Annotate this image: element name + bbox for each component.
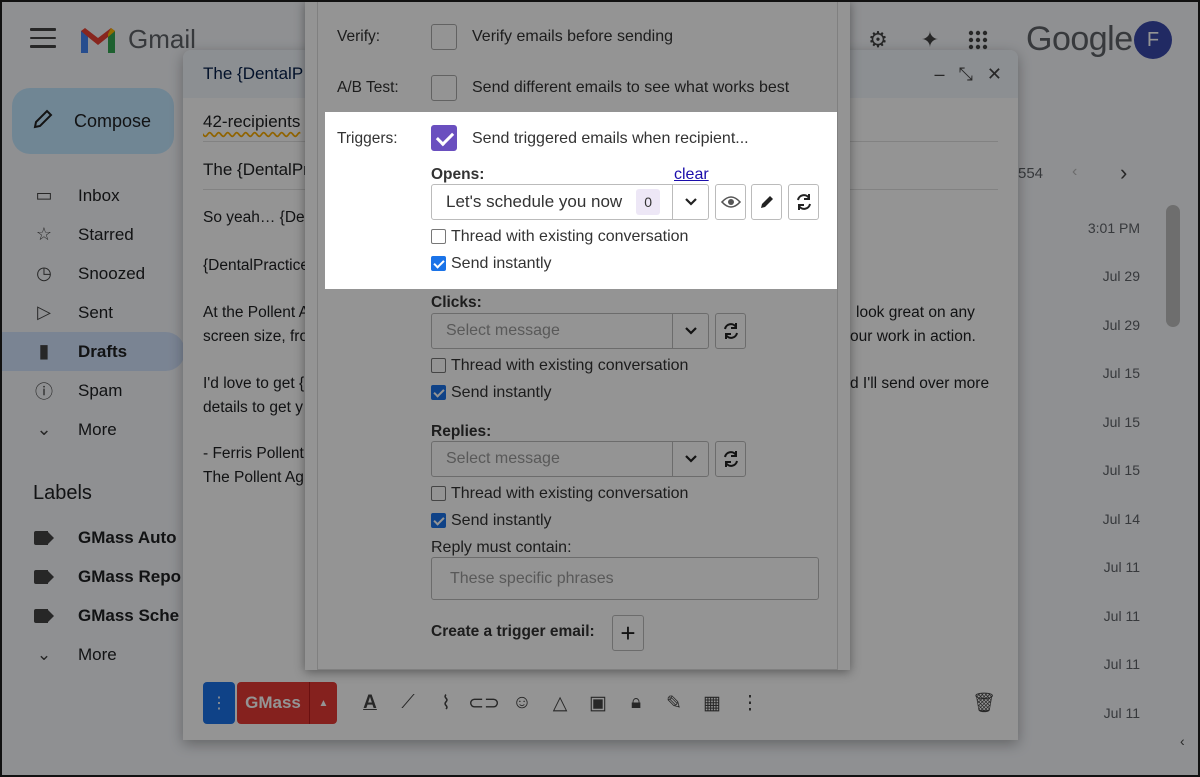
edit-pencil-icon[interactable] [751, 184, 782, 220]
preview-eye-icon[interactable] [715, 184, 746, 220]
dim-overlay-panel [305, 0, 850, 670]
chevron-down-icon [672, 185, 708, 219]
triggers-text: Send triggered emails when recipient... [472, 130, 749, 147]
clear-link[interactable]: clear [674, 166, 709, 184]
opens-thread-checkbox[interactable] [431, 229, 446, 244]
opens-label: Opens: [431, 166, 485, 183]
opens-instant-text: Send instantly [451, 255, 552, 272]
opens-message-select[interactable]: Let's schedule you now 0 [431, 184, 709, 220]
opens-instant-checkbox[interactable] [431, 256, 446, 271]
triggers-highlight: Triggers: Send triggered emails when rec… [325, 112, 837, 289]
opens-thread-text: Thread with existing conversation [451, 228, 689, 245]
triggers-label: Triggers: [337, 130, 398, 147]
opens-selected-message: Let's schedule you now [446, 192, 623, 211]
opens-count-badge: 0 [636, 189, 660, 215]
refresh-opens-icon[interactable] [788, 184, 819, 220]
triggers-checkbox[interactable] [431, 125, 457, 151]
